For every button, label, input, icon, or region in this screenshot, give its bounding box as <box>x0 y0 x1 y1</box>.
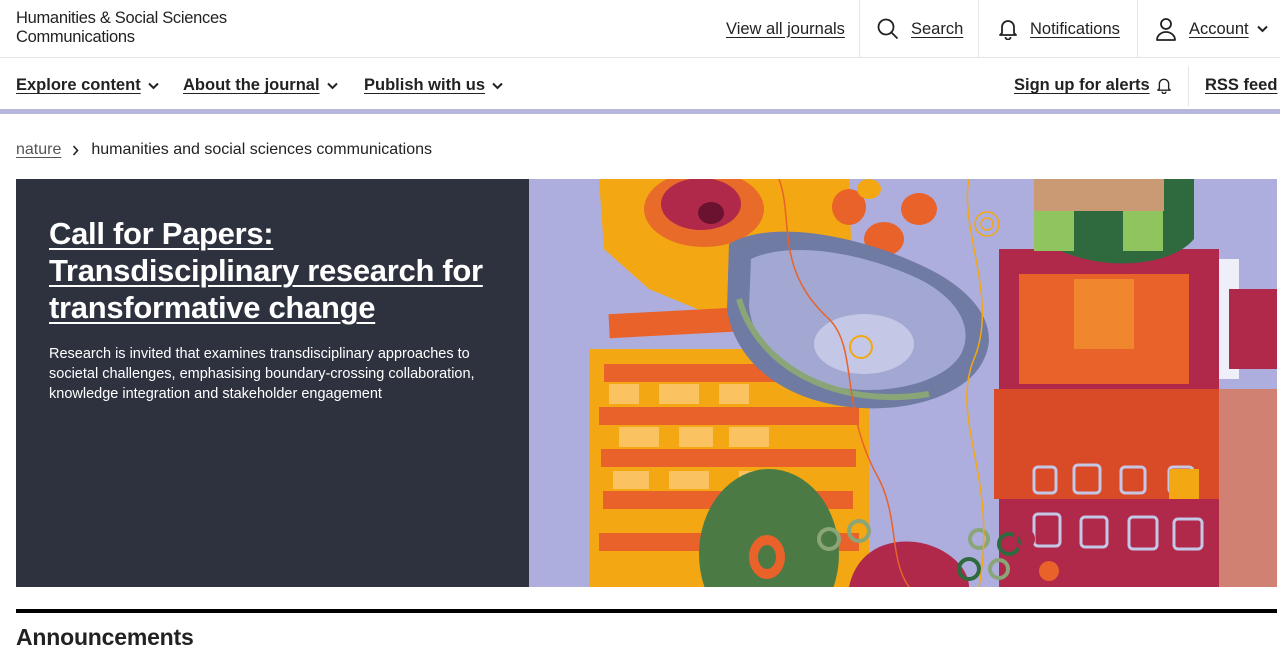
breadcrumb-current: humanities and social sciences communica… <box>91 141 432 158</box>
divider <box>1188 66 1189 106</box>
account-button[interactable]: Account <box>1155 0 1268 58</box>
chevron-down-icon <box>147 82 159 89</box>
sign-up-alerts-label: Sign up for alerts <box>1014 76 1150 94</box>
announcements-heading: Announcements <box>16 624 194 650</box>
hero-text-panel: Call for Papers: Transdisciplinary resea… <box>16 179 529 587</box>
chevron-down-icon <box>326 82 338 89</box>
nav-item-label: About the journal <box>183 76 320 94</box>
divider <box>859 0 860 58</box>
chevron-right-icon <box>72 144 79 156</box>
hero-description: Research is invited that examines transd… <box>49 346 475 402</box>
search-button[interactable]: Search <box>877 0 963 58</box>
sign-up-alerts-link[interactable]: Sign up for alerts <box>1014 58 1172 113</box>
account-label: Account <box>1189 19 1249 38</box>
chevron-down-icon <box>1256 25 1268 33</box>
notifications-label: Notifications <box>1030 19 1120 38</box>
chevron-down-icon <box>492 82 503 89</box>
section-divider <box>16 609 1277 613</box>
bell-icon <box>999 20 1017 40</box>
divider <box>978 0 979 58</box>
rss-feed-link[interactable]: RSS feed <box>1205 58 1277 113</box>
search-label: Search <box>911 19 964 38</box>
hero-title-link[interactable]: Call for Papers: Transdisciplinary resea… <box>49 215 496 326</box>
view-all-journals-label: View all journals <box>726 19 845 38</box>
top-bar: Humanities & Social Sciences Communicati… <box>0 0 1280 58</box>
search-icon <box>877 18 899 40</box>
journal-logo[interactable]: Humanities & Social Sciences Communicati… <box>16 9 227 47</box>
nav-item-label: Explore content <box>16 76 141 94</box>
hero-illustration <box>529 179 1277 587</box>
bell-icon <box>1156 78 1171 94</box>
notifications-button[interactable]: Notifications <box>998 0 1120 58</box>
nav-publish-with-us[interactable]: Publish with us <box>364 58 503 113</box>
view-all-journals-link[interactable]: View all journals <box>726 0 845 58</box>
breadcrumb-root-link[interactable]: nature <box>16 141 61 159</box>
nav-explore-content[interactable]: Explore content <box>16 58 159 113</box>
hero-banner: Call for Papers: Transdisciplinary resea… <box>16 179 1277 587</box>
nav-item-label: Publish with us <box>364 76 486 94</box>
nav-about-journal[interactable]: About the journal <box>183 58 338 113</box>
breadcrumb: nature humanities and social sciences co… <box>16 140 432 160</box>
journal-name-line2: Communications <box>16 28 135 46</box>
divider <box>1137 0 1138 58</box>
journal-nav: Explore content About the journal Publis… <box>0 58 1280 114</box>
rss-feed-label: RSS feed <box>1205 76 1278 94</box>
user-icon <box>1156 18 1176 41</box>
journal-name-line1: Humanities & Social Sciences <box>16 9 227 27</box>
